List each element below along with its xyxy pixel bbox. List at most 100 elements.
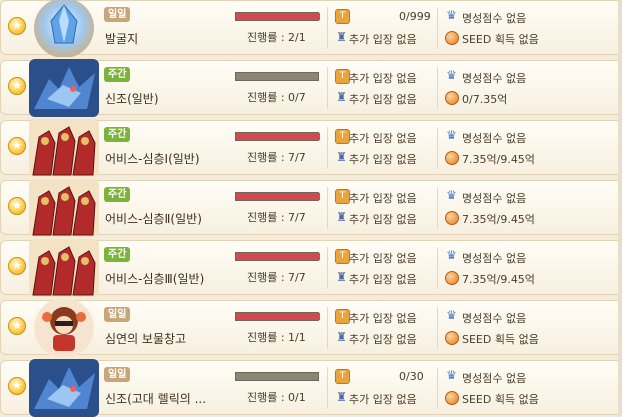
dungeon-thumbnail — [29, 0, 99, 57]
crown-icon: ♛ — [446, 248, 457, 262]
extra-entry-text: 추가 입장 없음 — [349, 333, 417, 346]
fame-text: 명성점수 없음 — [462, 372, 527, 385]
dungeon-list: ★ 일일 발굴지 진행률 : 2/1 T 0/999 ♜ 추가 입장 없음 ♛ … — [0, 0, 622, 417]
ticket-count: 0/30 — [399, 370, 424, 383]
seed-coin-icon — [445, 331, 459, 345]
dungeon-row[interactable]: ★ 주간 신조(일반) 진행률 : 0/7 T 추가 입장 없음 ♜ 추가 입장… — [0, 59, 622, 117]
fame-text: 명성점수 없음 — [462, 192, 527, 205]
divider — [327, 7, 328, 49]
ticket-entry-text: 추가 입장 없음 — [349, 72, 417, 85]
extra-entry-icon: ♜ — [336, 90, 347, 104]
extra-entry-text: 추가 입장 없음 — [349, 213, 417, 226]
ticket-icon: T — [335, 369, 350, 384]
ticket-entry-text: 추가 입장 없음 — [349, 192, 417, 205]
divider — [437, 187, 438, 229]
progress-text: 진행률 : 7/7 — [247, 211, 306, 224]
seed-text: 7.35억/9.45억 — [462, 213, 535, 226]
seed-text: SEED 획득 없음 — [462, 33, 539, 46]
seed-coin-icon — [445, 91, 459, 105]
seed-text: SEED 획득 없음 — [462, 333, 539, 346]
ticket-icon: T — [335, 69, 350, 84]
favorite-star-icon[interactable]: ★ — [8, 137, 26, 155]
dungeon-row[interactable]: ★ 주간 어비스-심층Ⅱ(일반) 진행률 : 7/7 T 추가 입장 없음 ♜ … — [0, 179, 622, 237]
dungeon-thumbnail — [29, 239, 99, 297]
favorite-star-icon[interactable]: ★ — [8, 377, 26, 395]
divider — [437, 127, 438, 169]
ticket-count: 0/999 — [399, 10, 431, 23]
divider — [437, 367, 438, 409]
divider — [327, 367, 328, 409]
seed-coin-icon — [445, 151, 459, 165]
period-badge: 일일 — [104, 367, 131, 382]
scrollbar[interactable] — [618, 0, 622, 416]
dungeon-name: 어비스-심층Ⅲ(일반) — [105, 272, 205, 286]
progress-bar — [235, 12, 320, 21]
dungeon-thumbnail — [29, 119, 99, 177]
fame-text: 명성점수 없음 — [462, 72, 527, 85]
extra-entry-icon: ♜ — [336, 330, 347, 344]
favorite-star-icon[interactable]: ★ — [8, 257, 26, 275]
fame-text: 명성점수 없음 — [462, 132, 527, 145]
crown-icon: ♛ — [446, 68, 457, 82]
progress-bar — [235, 192, 320, 201]
favorite-star-icon[interactable]: ★ — [8, 17, 26, 35]
dungeon-name: 어비스-심층Ⅱ(일반) — [105, 212, 202, 226]
extra-entry-icon: ♜ — [336, 210, 347, 224]
ticket-icon: T — [335, 9, 350, 24]
progress-bar — [235, 132, 320, 141]
dungeon-name: 발굴지 — [105, 32, 139, 46]
dungeon-row[interactable]: ★ 주간 어비스-심층Ⅰ(일반) 진행률 : 7/7 T 추가 입장 없음 ♜ … — [0, 119, 622, 177]
ticket-icon: T — [335, 189, 350, 204]
progress-text: 진행률 : 2/1 — [247, 31, 306, 44]
crown-icon: ♛ — [446, 188, 457, 202]
progress-bar — [235, 252, 320, 261]
crown-icon: ♛ — [446, 128, 457, 142]
crown-icon: ♛ — [446, 368, 457, 382]
dungeon-thumbnail — [29, 59, 99, 117]
divider — [437, 7, 438, 49]
ticket-entry-text: 추가 입장 없음 — [349, 252, 417, 265]
progress-text: 진행률 : 0/1 — [247, 391, 306, 404]
dungeon-row[interactable]: ★ 일일 발굴지 진행률 : 2/1 T 0/999 ♜ 추가 입장 없음 ♛ … — [0, 0, 622, 57]
progress-text: 진행률 : 7/7 — [247, 151, 306, 164]
ticket-icon: T — [335, 129, 350, 144]
period-badge: 주간 — [104, 247, 131, 262]
dungeon-row[interactable]: ★ 일일 심연의 보물창고 진행률 : 1/1 T 추가 입장 없음 ♜ 추가 … — [0, 299, 622, 357]
dungeon-row[interactable]: ★ 주간 어비스-심층Ⅲ(일반) 진행률 : 7/7 T 추가 입장 없음 ♜ … — [0, 239, 622, 297]
period-badge: 주간 — [104, 67, 131, 82]
divider — [327, 307, 328, 349]
dungeon-name: 신조(일반) — [105, 92, 159, 106]
extra-entry-text: 추가 입장 없음 — [349, 153, 417, 166]
extra-entry-icon: ♜ — [336, 390, 347, 404]
dungeon-thumbnail — [29, 179, 99, 237]
divider — [327, 67, 328, 109]
divider — [437, 307, 438, 349]
progress-text: 진행률 : 0/7 — [247, 91, 306, 104]
seed-coin-icon — [445, 211, 459, 225]
divider — [437, 247, 438, 289]
extra-entry-text: 추가 입장 없음 — [349, 93, 417, 106]
dungeon-name: 어비스-심층Ⅰ(일반) — [105, 152, 200, 166]
dungeon-thumbnail — [29, 299, 99, 357]
seed-text: 7.35억/9.45억 — [462, 153, 535, 166]
extra-entry-icon: ♜ — [336, 270, 347, 284]
extra-entry-text: 추가 입장 없음 — [349, 33, 417, 46]
seed-text: 7.35억/9.45억 — [462, 273, 535, 286]
seed-text: SEED 획득 없음 — [462, 393, 539, 406]
period-badge: 일일 — [104, 7, 131, 22]
favorite-star-icon[interactable]: ★ — [8, 317, 26, 335]
fame-text: 명성점수 없음 — [462, 12, 527, 25]
seed-text: 0/7.35억 — [462, 93, 508, 106]
seed-coin-icon — [445, 31, 459, 45]
ticket-icon: T — [335, 309, 350, 324]
favorite-star-icon[interactable]: ★ — [8, 77, 26, 95]
progress-text: 진행률 : 7/7 — [247, 271, 306, 284]
extra-entry-icon: ♜ — [336, 30, 347, 44]
divider — [327, 127, 328, 169]
dungeon-row[interactable]: ★ 일일 신조(고대 렐릭의 ... 진행률 : 0/1 T 0/30 ♜ 추가… — [0, 359, 622, 417]
progress-bar — [235, 372, 319, 381]
dungeon-thumbnail — [29, 359, 99, 417]
fame-text: 명성점수 없음 — [462, 252, 527, 265]
extra-entry-text: 추가 입장 없음 — [349, 273, 417, 286]
favorite-star-icon[interactable]: ★ — [8, 197, 26, 215]
